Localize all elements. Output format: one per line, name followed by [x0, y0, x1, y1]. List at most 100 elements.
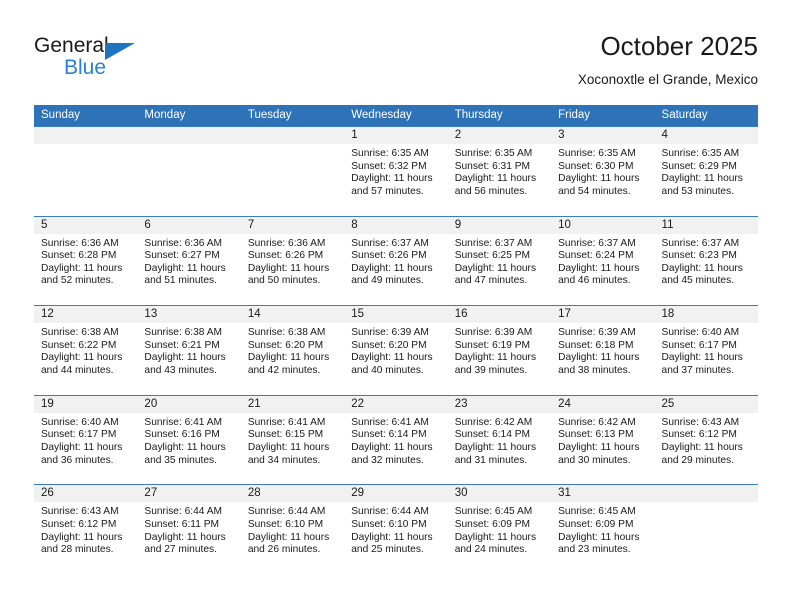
day-number: 20	[137, 395, 241, 413]
day-number: 1	[344, 127, 448, 144]
day-cell[interactable]: 11 Sunrise: 6:37 AM Sunset: 6:23 PM Dayl…	[654, 216, 758, 306]
page-title: October 2025	[600, 31, 758, 61]
day-cell[interactable]: 5 Sunrise: 6:36 AM Sunset: 6:28 PM Dayli…	[34, 216, 138, 306]
day-number: 23	[447, 395, 552, 413]
day-details: Sunrise: 6:43 AM Sunset: 6:12 PM Dayligh…	[655, 413, 758, 467]
day-cell[interactable]	[654, 485, 758, 574]
daylight-text: Daylight: 11 hours and 36 minutes.	[41, 441, 123, 466]
day-cell[interactable]	[34, 127, 138, 216]
daylight-text: Daylight: 11 hours and 54 minutes.	[558, 173, 640, 197]
day-details: Sunrise: 6:41 AM Sunset: 6:16 PM Dayligh…	[137, 413, 240, 467]
sunrise-text: Sunrise: 6:38 AM	[144, 327, 223, 339]
day-cell[interactable]: 15 Sunrise: 6:39 AM Sunset: 6:20 PM Dayl…	[344, 306, 448, 395]
sunset-text: Sunset: 6:17 PM	[41, 429, 117, 441]
day-number: 12	[34, 306, 138, 324]
general-blue-logo[interactable]: General Blue	[34, 34, 214, 92]
day-cell[interactable]: 26 Sunrise: 6:43 AM Sunset: 6:12 PM Dayl…	[34, 485, 138, 574]
daylight-text: Daylight: 11 hours and 27 minutes.	[144, 531, 226, 556]
sunset-text: Sunset: 6:26 PM	[351, 250, 427, 262]
day-number: 19	[34, 395, 138, 413]
day-number: 26	[34, 485, 138, 503]
daylight-text: Daylight: 11 hours and 25 minutes.	[351, 531, 433, 556]
sunset-text: Sunset: 6:28 PM	[41, 250, 117, 262]
day-cell[interactable]: 21 Sunrise: 6:41 AM Sunset: 6:15 PM Dayl…	[240, 395, 345, 485]
sunrise-text: Sunrise: 6:35 AM	[661, 148, 740, 159]
day-cell[interactable]: 17 Sunrise: 6:39 AM Sunset: 6:18 PM Dayl…	[551, 306, 655, 395]
day-cell[interactable]: 30 Sunrise: 6:45 AM Sunset: 6:09 PM Dayl…	[447, 485, 552, 574]
day-cell[interactable]: 2 Sunrise: 6:35 AM Sunset: 6:31 PM Dayli…	[447, 127, 552, 216]
day-cell[interactable]: 19 Sunrise: 6:40 AM Sunset: 6:17 PM Dayl…	[34, 395, 138, 485]
day-cell[interactable]: 1 Sunrise: 6:35 AM Sunset: 6:32 PM Dayli…	[344, 127, 448, 216]
day-cell[interactable]	[240, 127, 345, 216]
day-cell[interactable]: 27 Sunrise: 6:44 AM Sunset: 6:11 PM Dayl…	[137, 485, 241, 574]
day-cell[interactable]: 14 Sunrise: 6:38 AM Sunset: 6:20 PM Dayl…	[240, 306, 345, 395]
day-cell[interactable]: 6 Sunrise: 6:36 AM Sunset: 6:27 PM Dayli…	[137, 216, 241, 306]
sunset-text: Sunset: 6:29 PM	[661, 160, 737, 172]
day-cell[interactable]: 24 Sunrise: 6:42 AM Sunset: 6:13 PM Dayl…	[551, 395, 655, 485]
sunset-text: Sunset: 6:32 PM	[351, 160, 427, 172]
day-details: Sunrise: 6:39 AM Sunset: 6:18 PM Dayligh…	[551, 323, 654, 377]
daylight-text: Daylight: 11 hours and 51 minutes.	[144, 262, 226, 287]
dow-monday: Monday	[144, 109, 186, 121]
daylight-text: Daylight: 11 hours and 43 minutes.	[144, 352, 226, 376]
day-cell[interactable]: 25 Sunrise: 6:43 AM Sunset: 6:12 PM Dayl…	[654, 395, 758, 485]
day-cell[interactable]: 16 Sunrise: 6:39 AM Sunset: 6:19 PM Dayl…	[447, 306, 552, 395]
day-cell[interactable]: 18 Sunrise: 6:40 AM Sunset: 6:17 PM Dayl…	[654, 306, 758, 395]
sunset-text: Sunset: 6:18 PM	[558, 339, 634, 351]
day-cell[interactable]: 29 Sunrise: 6:44 AM Sunset: 6:10 PM Dayl…	[344, 485, 448, 574]
day-number: 18	[654, 306, 758, 324]
day-cell[interactable]: 9 Sunrise: 6:37 AM Sunset: 6:25 PM Dayli…	[447, 216, 552, 306]
dow-sunday: Sunday	[41, 109, 81, 121]
sunrise-text: Sunrise: 6:44 AM	[351, 506, 429, 518]
day-cell[interactable]: 8 Sunrise: 6:37 AM Sunset: 6:26 PM Dayli…	[344, 216, 448, 306]
day-number: 6	[137, 216, 241, 234]
daylight-text: Daylight: 11 hours and 46 minutes.	[558, 262, 640, 287]
sunset-text: Sunset: 6:19 PM	[454, 339, 531, 351]
day-details: Sunrise: 6:44 AM Sunset: 6:11 PM Dayligh…	[137, 502, 240, 556]
day-cell[interactable]: 3 Sunrise: 6:35 AM Sunset: 6:30 PM Dayli…	[551, 127, 655, 216]
sunrise-text: Sunrise: 6:44 AM	[144, 506, 223, 518]
daylight-text: Daylight: 11 hours and 24 minutes.	[454, 531, 537, 556]
day-details: Sunrise: 6:37 AM Sunset: 6:24 PM Dayligh…	[551, 234, 654, 288]
sunset-text: Sunset: 6:12 PM	[41, 518, 117, 530]
sunrise-text: Sunrise: 6:43 AM	[661, 416, 740, 428]
day-number: 3	[551, 127, 655, 144]
day-details: Sunrise: 6:35 AM Sunset: 6:30 PM Dayligh…	[551, 144, 654, 198]
daylight-text: Daylight: 11 hours and 37 minutes.	[661, 352, 743, 376]
day-cell[interactable]: 13 Sunrise: 6:38 AM Sunset: 6:21 PM Dayl…	[137, 306, 241, 395]
sunrise-text: Sunrise: 6:39 AM	[454, 327, 533, 339]
day-number: 15	[344, 306, 448, 324]
calendar-page: General Blue October 2025 Xoconoxtle el …	[0, 0, 792, 612]
day-details: Sunrise: 6:36 AM Sunset: 6:28 PM Dayligh…	[34, 234, 137, 288]
day-number: 24	[551, 395, 655, 413]
day-number	[240, 127, 345, 144]
day-number: 28	[240, 485, 345, 503]
sunrise-text: Sunrise: 6:35 AM	[351, 148, 429, 159]
day-number: 25	[654, 395, 758, 413]
day-cell[interactable]: 7 Sunrise: 6:36 AM Sunset: 6:26 PM Dayli…	[240, 216, 345, 306]
daylight-text: Daylight: 11 hours and 26 minutes.	[247, 531, 330, 556]
day-details: Sunrise: 6:38 AM Sunset: 6:22 PM Dayligh…	[34, 323, 137, 377]
sunrise-text: Sunrise: 6:36 AM	[144, 237, 223, 249]
sunrise-text: Sunrise: 6:35 AM	[454, 148, 533, 159]
day-cell[interactable]: 4 Sunrise: 6:35 AM Sunset: 6:29 PM Dayli…	[654, 127, 758, 216]
day-details: Sunrise: 6:36 AM Sunset: 6:26 PM Dayligh…	[241, 234, 344, 288]
sunset-text: Sunset: 6:22 PM	[41, 339, 117, 351]
day-number	[137, 127, 241, 144]
sunrise-text: Sunrise: 6:37 AM	[661, 237, 740, 249]
day-cell[interactable]: 23 Sunrise: 6:42 AM Sunset: 6:14 PM Dayl…	[447, 395, 552, 485]
day-cell[interactable]: 12 Sunrise: 6:38 AM Sunset: 6:22 PM Dayl…	[34, 306, 138, 395]
daylight-text: Daylight: 11 hours and 44 minutes.	[41, 352, 123, 376]
sunset-text: Sunset: 6:21 PM	[144, 339, 220, 351]
day-cell[interactable]: 20 Sunrise: 6:41 AM Sunset: 6:16 PM Dayl…	[137, 395, 241, 485]
day-number: 29	[344, 485, 448, 503]
day-cell[interactable]: 22 Sunrise: 6:41 AM Sunset: 6:14 PM Dayl…	[344, 395, 448, 485]
day-cell[interactable]: 28 Sunrise: 6:44 AM Sunset: 6:10 PM Dayl…	[240, 485, 345, 574]
day-details: Sunrise: 6:41 AM Sunset: 6:14 PM Dayligh…	[344, 413, 447, 467]
day-cell[interactable]: 31 Sunrise: 6:45 AM Sunset: 6:09 PM Dayl…	[551, 485, 655, 574]
sunset-text: Sunset: 6:15 PM	[247, 429, 324, 441]
day-cell[interactable]	[137, 127, 241, 216]
daylight-text: Daylight: 11 hours and 38 minutes.	[558, 352, 640, 376]
day-cell[interactable]: 10 Sunrise: 6:37 AM Sunset: 6:24 PM Dayl…	[551, 216, 655, 306]
dow-thursday: Thursday	[454, 109, 503, 121]
